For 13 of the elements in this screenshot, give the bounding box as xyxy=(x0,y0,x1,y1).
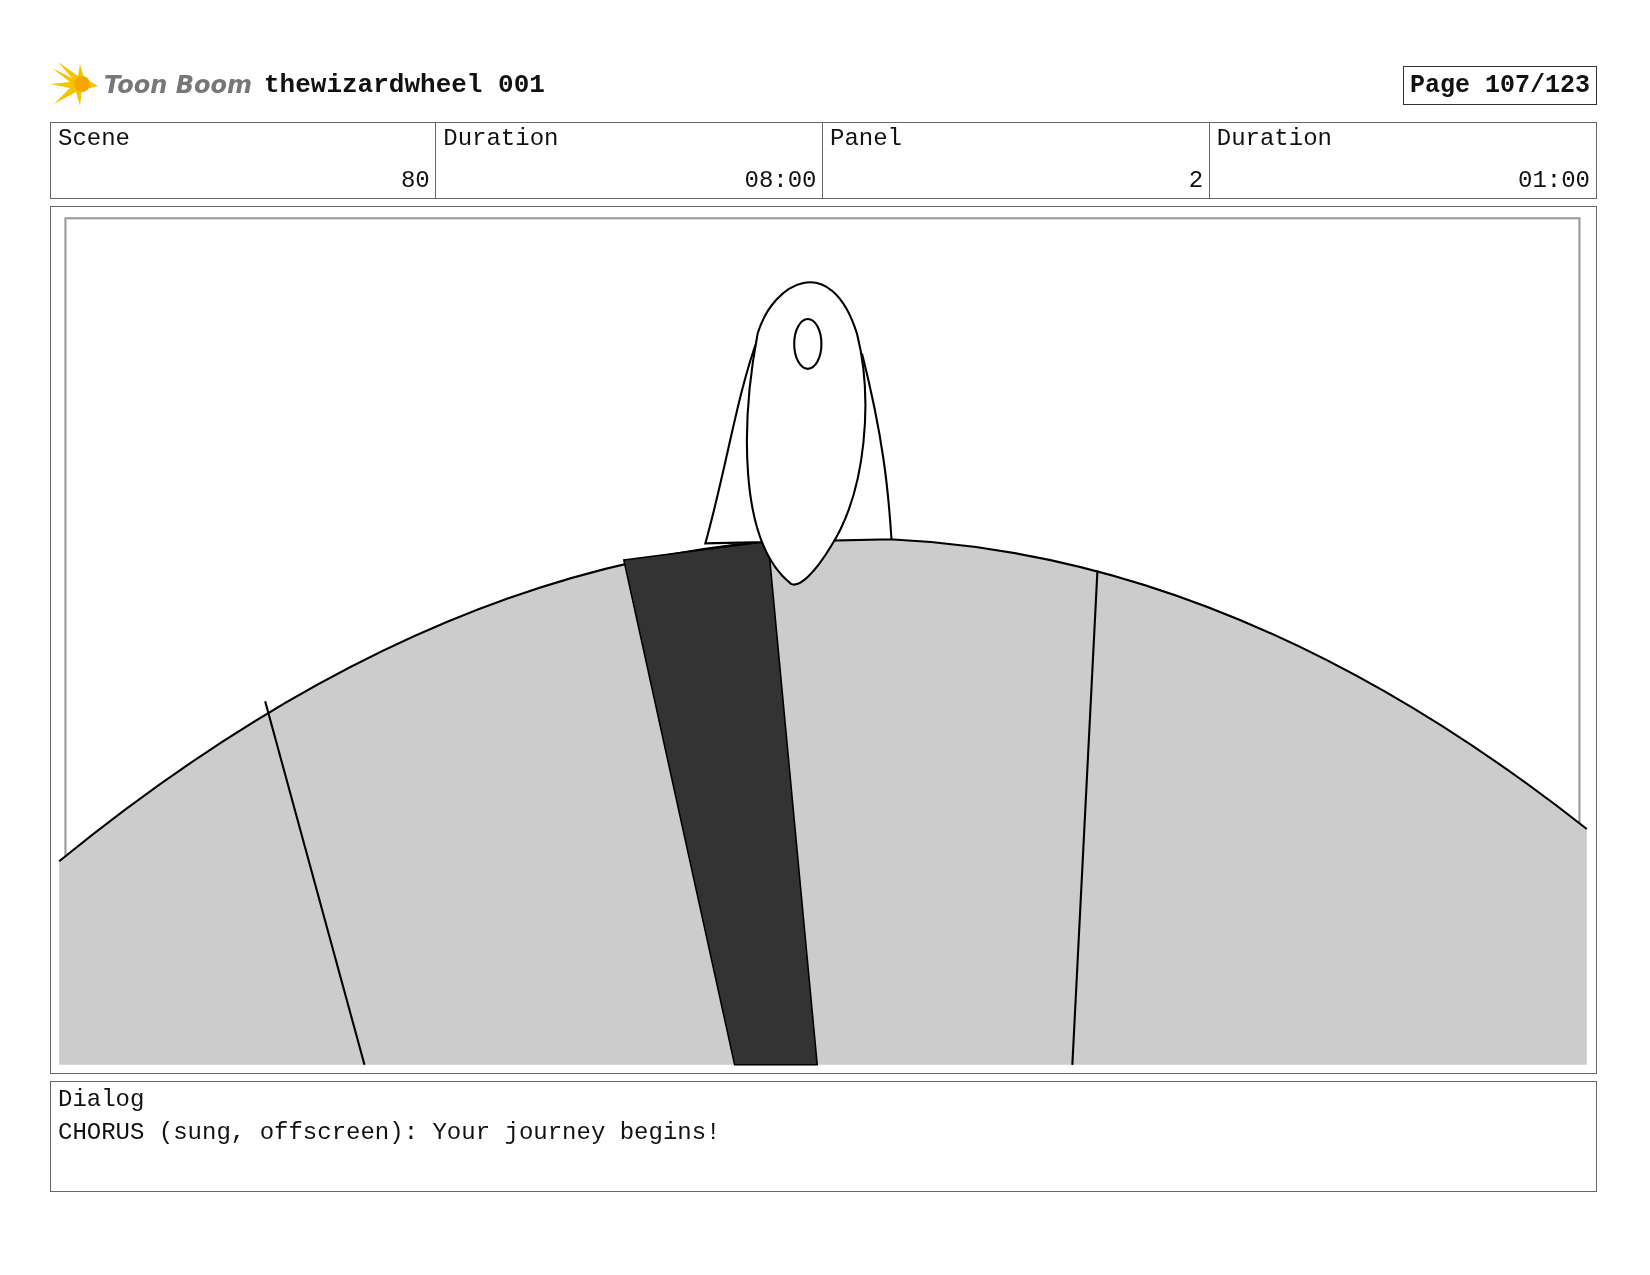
dialog-label: Dialog xyxy=(58,1086,146,1113)
table-cell-text: 2 xyxy=(1187,167,1204,194)
page-number: Page 107/123 xyxy=(1402,65,1597,105)
project-title: thewizardwheel 001 xyxy=(264,70,546,100)
column-header: Scene xyxy=(58,125,130,152)
dialog-text: CHORUS (sung, offscreen): Your journey begins! xyxy=(58,1119,722,1146)
table-cell-text: 08:00 xyxy=(743,167,817,194)
column-header: Duration xyxy=(1216,125,1332,152)
table-cell-text: 80 xyxy=(399,167,430,194)
table-cell-text: 01:00 xyxy=(1517,167,1590,194)
logo-text: Toon Boom xyxy=(104,71,252,99)
column-header: Duration xyxy=(443,125,559,152)
column-header: Panel xyxy=(830,125,902,152)
